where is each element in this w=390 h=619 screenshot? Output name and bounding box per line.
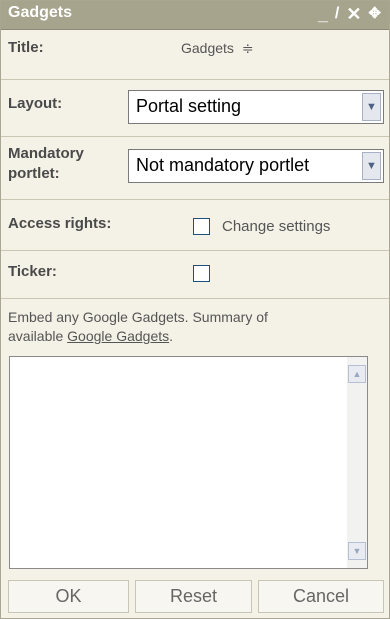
mandatory-label: Mandatory portlet: (8, 144, 84, 184)
layout-row: Layout: Portal setting ▼ (1, 80, 389, 137)
chevron-down-icon[interactable]: ▼ (362, 152, 381, 180)
ticker-checkbox[interactable] (193, 265, 210, 282)
mandatory-label-line2: portlet: (8, 165, 60, 182)
embed-text-end: . (169, 328, 174, 344)
title-value: Gadgets ≑ (181, 40, 254, 57)
reset-button[interactable]: Reset (135, 580, 252, 613)
gadget-code-textarea[interactable]: ▲ ▼ (9, 356, 368, 569)
mandatory-row: Mandatory portlet: Not mandatory portlet… (1, 137, 389, 200)
ticker-label: Ticker: (8, 263, 57, 280)
ok-button[interactable]: OK (8, 580, 129, 613)
mandatory-select-value: Not mandatory portlet (136, 155, 310, 175)
button-bar: OK Reset Cancel (1, 575, 389, 618)
layout-select[interactable]: Portal setting ▼ (128, 90, 384, 124)
chevron-down-icon[interactable]: ▼ (362, 93, 381, 121)
access-rights-label: Access rights: (8, 215, 112, 232)
title-row: Title: Gadgets ≑ (1, 30, 389, 80)
title-value-text: Gadgets (181, 40, 234, 56)
access-rights-row: Access rights: Change settings (1, 200, 389, 251)
embed-description: Embed any Google Gadgets. Summary of ava… (8, 308, 383, 346)
mandatory-label-line1: Mandatory (8, 145, 84, 162)
embed-text-line1: Embed any Google Gadgets. Summary of (8, 309, 268, 325)
layout-label: Layout: (8, 95, 63, 112)
portlet-title: Gadgets (8, 4, 73, 21)
layout-select-value: Portal setting (136, 96, 242, 116)
scroll-up-icon[interactable]: ▲ (348, 365, 366, 383)
mandatory-select[interactable]: Not mandatory portlet ▼ (128, 149, 384, 183)
edit-icon[interactable]: / (335, 3, 339, 25)
portlet-titlebar[interactable]: Gadgets _ / ✕ ✥ (1, 1, 389, 30)
title-label: Title: (8, 39, 44, 56)
close-icon[interactable]: ✕ (346, 3, 361, 25)
change-settings-label[interactable]: Change settings (222, 218, 330, 235)
gadgets-portlet-panel: Gadgets _ / ✕ ✥ Title: Gadgets ≑ Layout:… (0, 0, 390, 619)
sort-icon[interactable]: ≑ (242, 40, 254, 56)
titlebar-controls: _ / ✕ ✥ (318, 3, 381, 25)
scroll-down-icon[interactable]: ▼ (348, 542, 366, 560)
minimize-icon[interactable]: _ (318, 3, 328, 25)
google-gadgets-link[interactable]: Google Gadgets (67, 328, 169, 344)
ticker-row: Ticker: (1, 251, 389, 299)
access-rights-checkbox[interactable] (193, 218, 210, 235)
move-icon[interactable]: ✥ (368, 3, 381, 25)
textarea-scrollbar[interactable]: ▲ ▼ (347, 357, 367, 568)
embed-text-line2: available (8, 328, 64, 344)
cancel-button[interactable]: Cancel (258, 580, 384, 613)
